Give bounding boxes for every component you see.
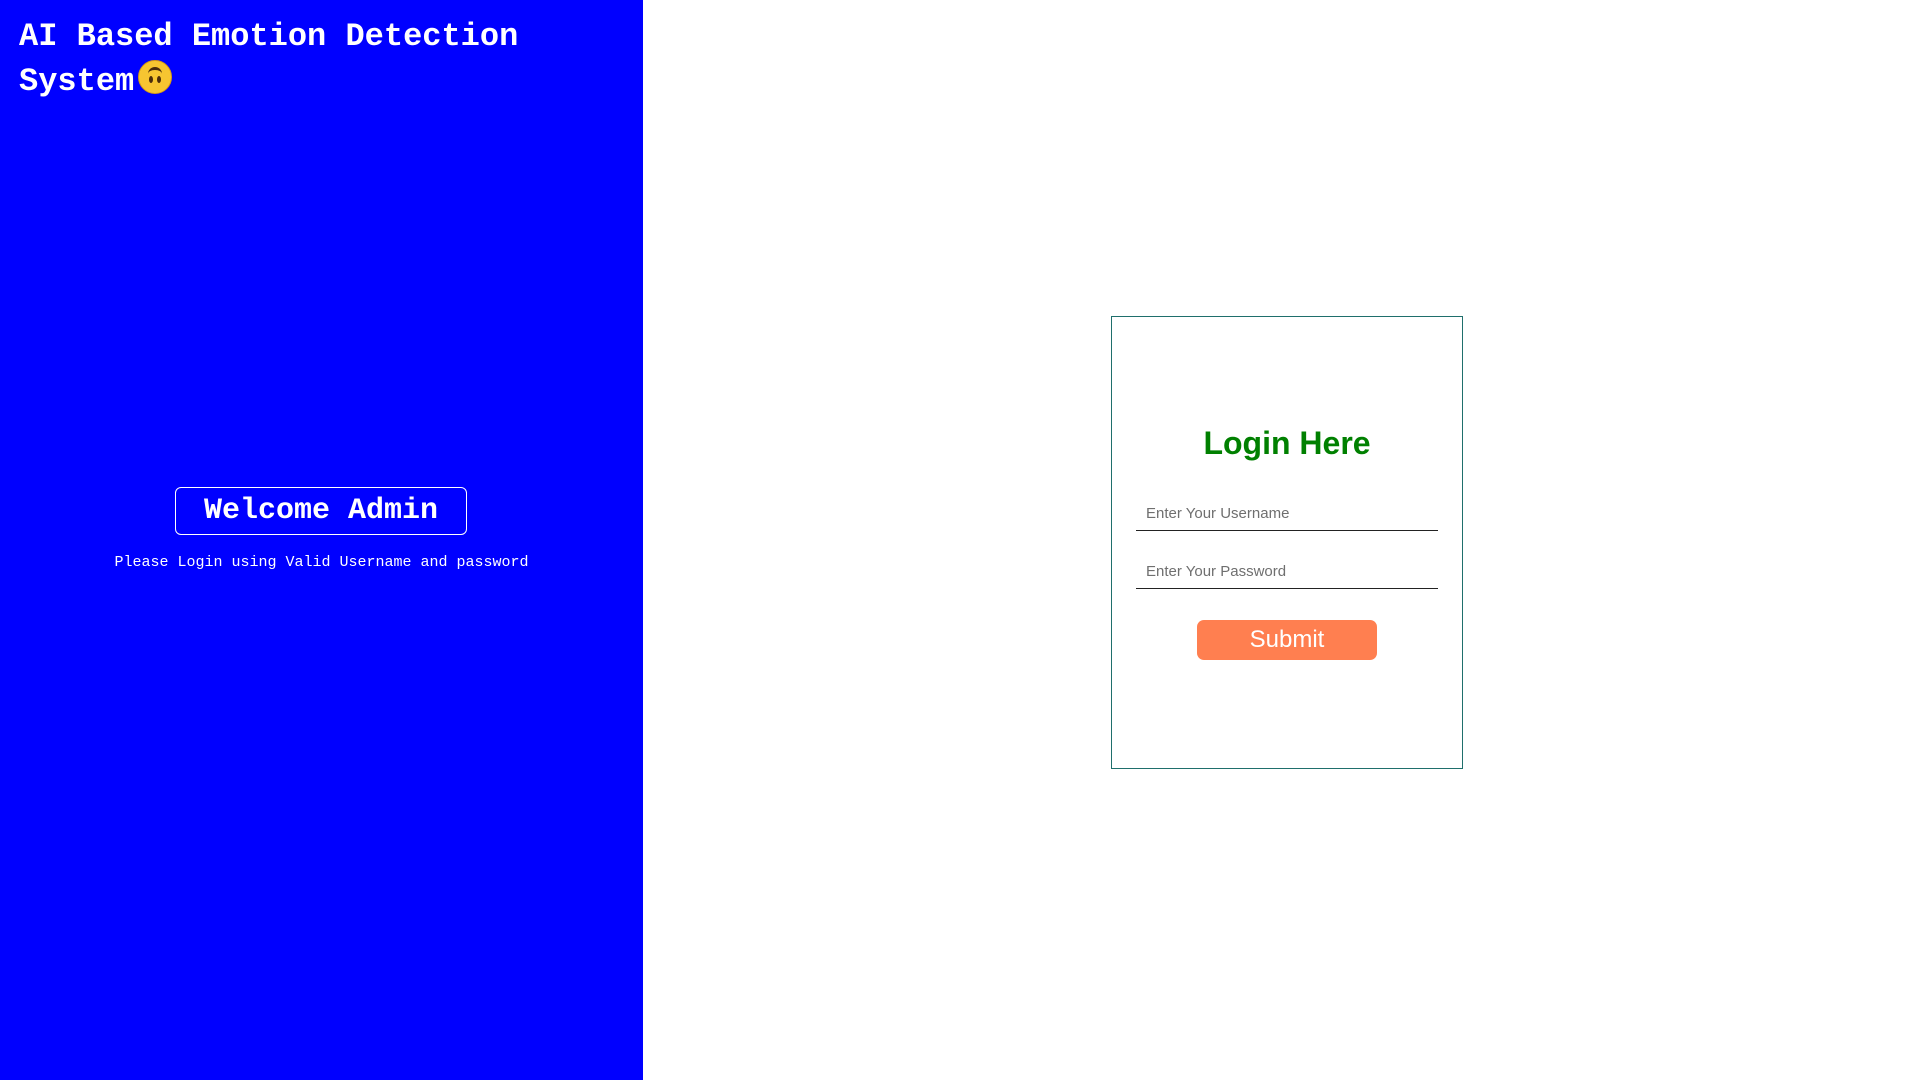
app-title-text: AI Based Emotion Detection System <box>19 18 519 100</box>
welcome-admin-box: Welcome Admin <box>175 487 467 535</box>
welcome-heading: Welcome Admin <box>203 494 439 528</box>
submit-button[interactable]: Submit <box>1197 620 1377 660</box>
welcome-subtext: Please Login using Valid Username and pa… <box>114 554 529 571</box>
app-title: AI Based Emotion Detection System <box>19 14 579 104</box>
branding-panel: AI Based Emotion Detection System Welcom… <box>0 0 643 1080</box>
password-input[interactable] <box>1136 555 1438 589</box>
login-page: AI Based Emotion Detection System Welcom… <box>0 0 1920 1080</box>
username-input[interactable] <box>1136 497 1438 531</box>
login-title: Login Here <box>1203 425 1371 461</box>
upside-down-face-icon <box>138 60 173 94</box>
emoji-mouth <box>148 67 163 78</box>
login-form: Login Here Submit <box>1111 316 1463 769</box>
